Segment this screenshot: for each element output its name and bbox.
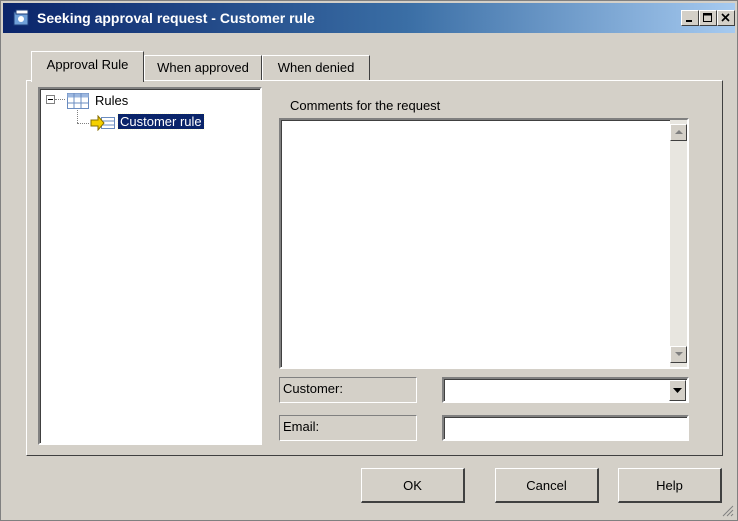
- close-button[interactable]: [717, 10, 735, 26]
- tree-node-customer-rule[interactable]: Customer rule: [117, 113, 205, 130]
- tree-node-rules[interactable]: Rules: [95, 93, 128, 108]
- customer-dropdown-button[interactable]: [669, 380, 686, 401]
- dialog-window: Seeking approval request - Customer rule…: [0, 0, 738, 521]
- email-field[interactable]: [442, 415, 689, 441]
- rule-arrow-icon: [90, 114, 116, 134]
- minimize-button[interactable]: [681, 10, 699, 26]
- tab-when-denied[interactable]: When denied: [262, 55, 370, 81]
- tab-when-approved[interactable]: When approved: [144, 55, 262, 81]
- tree-collapse-toggle[interactable]: [46, 95, 55, 104]
- tree-connector: [77, 123, 89, 124]
- customer-label: Customer:: [279, 377, 417, 403]
- table-icon: [67, 93, 89, 112]
- ok-button[interactable]: OK: [361, 468, 465, 503]
- title-bar[interactable]: Seeking approval request - Customer rule: [3, 3, 735, 33]
- maximize-icon: [703, 13, 712, 22]
- chevron-down-icon: [673, 388, 682, 393]
- rules-tree[interactable]: [38, 87, 262, 445]
- scroll-up-button[interactable]: [670, 124, 687, 141]
- maximize-button[interactable]: [699, 10, 717, 26]
- comments-scrollbar[interactable]: [670, 120, 687, 367]
- arrow-up-icon: [675, 130, 683, 134]
- customer-combobox[interactable]: [442, 377, 689, 403]
- cancel-button[interactable]: Cancel: [495, 468, 599, 503]
- comments-textarea[interactable]: [279, 118, 689, 369]
- tab-approval-rule[interactable]: Approval Rule: [31, 51, 144, 82]
- comments-label: Comments for the request: [290, 98, 441, 113]
- arrow-down-icon: [675, 352, 683, 356]
- email-label: Email:: [279, 415, 417, 441]
- minimize-icon: [686, 20, 692, 22]
- resize-grip-icon[interactable]: [722, 505, 734, 517]
- scroll-down-button[interactable]: [670, 346, 687, 363]
- app-icon: [13, 9, 31, 27]
- tree-connector: [55, 99, 65, 100]
- help-button[interactable]: Help: [618, 468, 722, 503]
- window-title: Seeking approval request - Customer rule: [37, 10, 315, 26]
- close-icon: [721, 13, 730, 22]
